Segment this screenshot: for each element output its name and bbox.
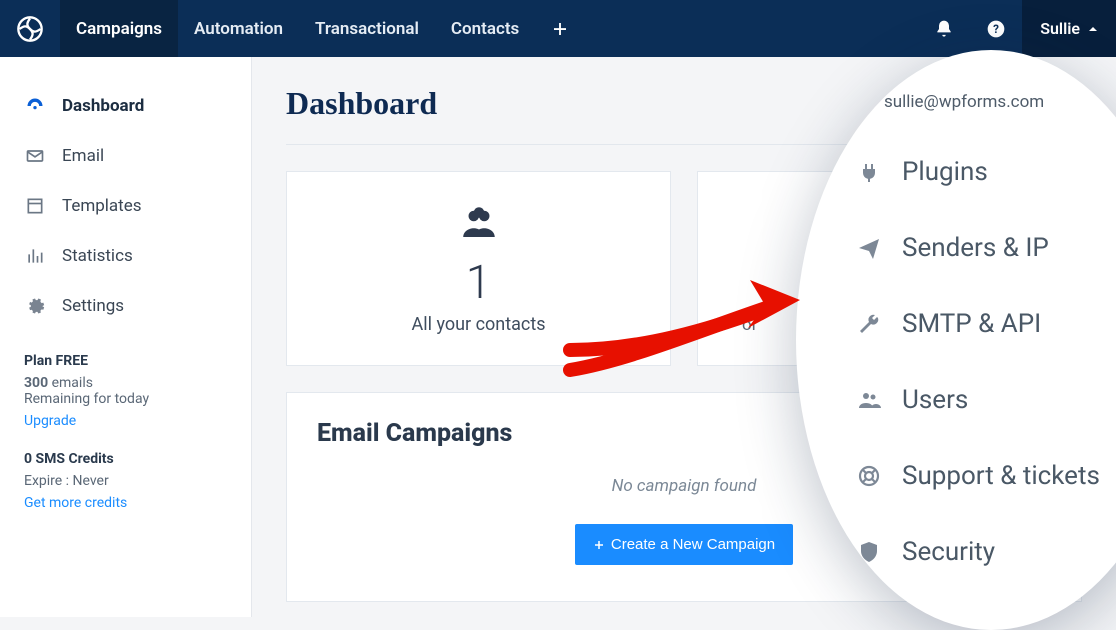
plan-email-label: emails: [52, 375, 93, 391]
nav-automation[interactable]: Automation: [178, 0, 299, 57]
create-campaign-label: Create a New Campaign: [611, 536, 775, 553]
plus-icon: [593, 539, 605, 551]
nav-transactional[interactable]: Transactional: [299, 0, 435, 57]
plan-remaining: Remaining for today: [24, 391, 233, 407]
statistics-icon: [24, 246, 46, 266]
wrench-icon: [856, 312, 882, 336]
contacts-icon: [297, 202, 660, 248]
templates-icon: [24, 196, 46, 216]
sms-title: 0 SMS Credits: [24, 451, 233, 467]
sidebar-label: Settings: [62, 296, 124, 316]
sidebar-item-email[interactable]: Email: [24, 131, 251, 181]
lifebuoy-icon: [856, 464, 882, 488]
users-icon: [856, 388, 882, 412]
card-contacts[interactable]: 1 All your contacts: [286, 171, 671, 366]
sidebar-item-settings[interactable]: Settings: [24, 281, 251, 331]
user-name: Sullie: [1040, 19, 1080, 38]
sms-more-link[interactable]: Get more credits: [24, 495, 127, 511]
popup-item-plugins[interactable]: Plugins: [856, 134, 1116, 210]
gear-icon: [24, 296, 46, 316]
popup-label: Security: [902, 537, 995, 567]
sidebar-label: Statistics: [62, 246, 133, 266]
popup-item-senders[interactable]: Senders & IP: [856, 210, 1116, 286]
user-menu-button[interactable]: Sullie: [1022, 0, 1116, 57]
plan-block: Plan FREE 300 emails Remaining for today…: [24, 353, 251, 429]
help-icon[interactable]: ?: [970, 0, 1022, 57]
popup-item-users[interactable]: Users: [856, 362, 1116, 438]
popup-email: sullie@wpforms.com: [860, 92, 1116, 112]
app-logo[interactable]: [0, 0, 60, 57]
sidebar-item-templates[interactable]: Templates: [24, 181, 251, 231]
sidebar-label: Dashboard: [62, 96, 144, 116]
popup-email-text: sullie@wpforms.com: [884, 92, 1044, 112]
sms-expire: Expire : Never: [24, 473, 233, 489]
sidebar-item-statistics[interactable]: Statistics: [24, 231, 251, 281]
sidebar: Dashboard Email Templates Statistics Set…: [0, 57, 252, 617]
popup-label: SMTP & API: [902, 309, 1041, 339]
send-icon: [856, 236, 882, 260]
notifications-icon[interactable]: [918, 0, 970, 57]
dashboard-icon: [24, 96, 46, 116]
email-icon: [24, 146, 46, 166]
sidebar-item-dashboard[interactable]: Dashboard: [24, 81, 251, 131]
nav-add-button[interactable]: [535, 0, 585, 57]
nav-contacts[interactable]: Contacts: [435, 0, 535, 57]
sms-block: 0 SMS Credits Expire : Never Get more cr…: [24, 451, 251, 511]
sidebar-label: Templates: [62, 196, 142, 216]
popup-label: Plugins: [902, 157, 988, 187]
upgrade-link[interactable]: Upgrade: [24, 413, 76, 429]
contacts-count: 1: [297, 256, 660, 310]
plan-email-count: 300: [24, 375, 48, 391]
popup-label: Support & tickets: [902, 461, 1100, 491]
sidebar-label: Email: [62, 146, 104, 166]
top-nav: Campaigns Automation Transactional Conta…: [0, 0, 1116, 57]
card-or-text: or: [742, 315, 757, 335]
popup-item-support[interactable]: Support & tickets: [856, 438, 1116, 514]
contacts-text: All your contacts: [297, 314, 660, 335]
caret-up-icon: [1088, 24, 1098, 34]
plan-title: Plan FREE: [24, 353, 233, 369]
popup-label: Senders & IP: [902, 233, 1049, 263]
popup-item-security[interactable]: Security: [856, 514, 1116, 590]
plug-icon: [856, 160, 882, 184]
popup-item-smtp-api[interactable]: SMTP & API: [856, 286, 1116, 362]
create-campaign-button[interactable]: Create a New Campaign: [575, 524, 793, 565]
svg-text:?: ?: [993, 22, 999, 36]
popup-label: Users: [902, 385, 968, 415]
nav-campaigns[interactable]: Campaigns: [60, 0, 178, 57]
